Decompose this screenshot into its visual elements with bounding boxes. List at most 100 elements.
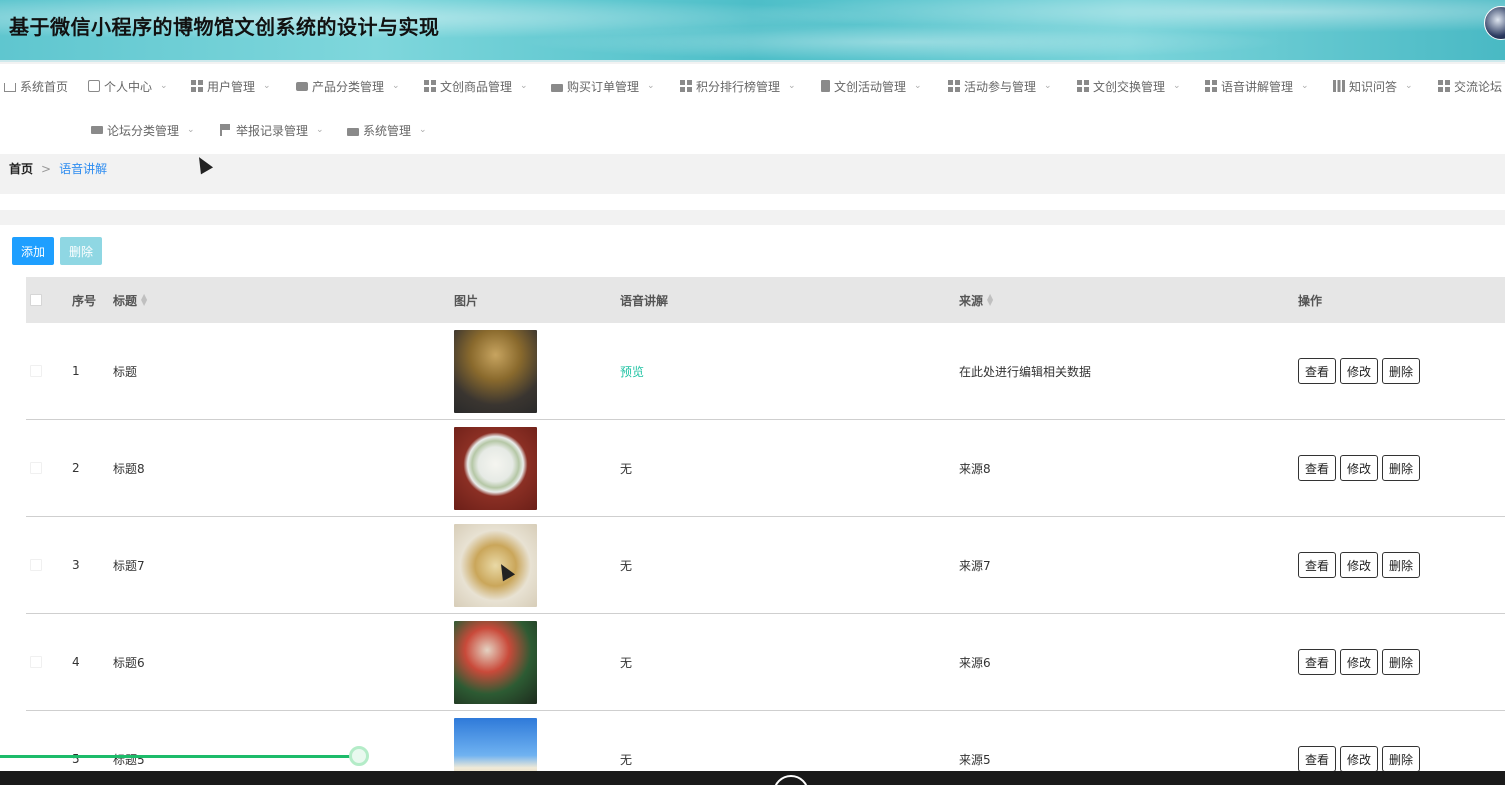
select-all-cell [30,277,42,323]
row-index: 4 [72,655,80,669]
table-row: 1 标题 预览 在此处进行编辑相关数据 查看 修改 删除 [26,323,1505,420]
header-source[interactable]: 来源 ▲ ▼ [959,277,993,323]
monitor-icon [91,126,103,134]
chevron-down-icon: ⌄ [914,81,922,91]
view-button[interactable]: 查看 [1298,649,1337,675]
header-image-label: 图片 [454,293,479,308]
nav-item-label: 积分排行榜管理 [696,79,781,94]
breadcrumb-separator: > [41,161,52,176]
edit-button[interactable]: 修改 [1340,552,1379,578]
nav-item-home[interactable]: 系统首页 [4,75,68,97]
chevron-down-icon: ⌄ [187,125,195,135]
nav-item-system-management[interactable]: 系统管理 ⌄ [347,119,427,141]
nav-item-activity-participation[interactable]: 活动参与管理 ⌄ [948,75,1052,97]
bag-icon [551,83,563,92]
audio-preview-link[interactable]: 预览 [620,323,644,419]
edit-button[interactable]: 修改 [1340,358,1379,384]
row-actions: 查看 修改 删除 [1298,323,1424,419]
edit-button[interactable]: 修改 [1340,455,1379,481]
nav-item-report-records[interactable]: 举报记录管理 ⌄ [220,119,324,141]
edit-button[interactable]: 修改 [1340,649,1379,675]
nav-item-cultural-products[interactable]: 文创商品管理 ⌄ [424,75,528,97]
chevron-down-icon: ⌄ [1173,81,1181,91]
playback-progress-handle[interactable] [349,746,369,766]
nav-item-user-management[interactable]: 用户管理 ⌄ [191,75,271,97]
row-select-cell [30,614,42,710]
grid-icon [191,80,203,92]
row-image-cell [454,614,537,710]
chat-icon [296,81,308,91]
row-delete-button[interactable]: 删除 [1382,358,1421,384]
header-actions-label: 操作 [1298,293,1323,308]
breadcrumb: 首页 > 语音讲解 [9,160,107,177]
nav-item-label: 个人中心 [104,79,153,94]
row-delete-button[interactable]: 删除 [1382,552,1421,578]
header-image: 图片 [454,277,478,323]
breadcrumb-home[interactable]: 首页 [9,160,33,177]
header-index: 序号 [72,277,96,323]
nav-item-cultural-activities[interactable]: 文创活动管理 ⌄ [821,75,922,97]
briefcase-icon [347,127,359,136]
view-button[interactable]: 查看 [1298,358,1337,384]
row-image-cell [454,517,537,613]
nav-item-purchase-orders[interactable]: 购买订单管理 ⌄ [551,75,655,97]
select-all-checkbox[interactable] [30,294,42,306]
chevron-down-icon: ⌄ [788,81,796,91]
header-actions: 操作 [1298,277,1322,323]
view-button[interactable]: 查看 [1298,455,1337,481]
nav-item-label: 用户管理 [207,79,256,94]
nav-item-forum-category[interactable]: 论坛分类管理 ⌄ [91,119,195,141]
chevron-down-icon: ⌄ [1301,81,1309,91]
nav-item-personal-center[interactable]: 个人中心 ⌄ [88,75,168,97]
row-select-cell [30,517,42,613]
nav-item-points-ranking[interactable]: 积分排行榜管理 ⌄ [680,75,796,97]
row-title: 标题5 [113,752,145,767]
nav-item-audio-guide[interactable]: 语音讲解管理 ⌄ [1205,75,1309,97]
row-image-cell [454,420,537,516]
grid-icon [1205,80,1217,92]
row-source: 来源6 [959,655,991,670]
row-source: 在此处进行编辑相关数据 [959,364,1092,379]
header-title-label: 标题 [113,293,138,308]
sort-icon[interactable]: ▲ ▼ [987,293,993,307]
flag-icon [220,124,232,136]
view-button[interactable]: 查看 [1298,746,1337,771]
row-delete-button[interactable]: 删除 [1382,649,1421,675]
nav-item-label: 文创商品管理 [440,79,513,94]
chevron-down-icon: ⌄ [520,81,528,91]
row-index: 3 [72,558,80,572]
header-index-label: 序号 [72,293,97,308]
nav-item-knowledge-qa[interactable]: 知识问答 ⌄ [1333,75,1413,97]
nav-item-product-category[interactable]: 产品分类管理 ⌄ [296,75,400,97]
user-avatar[interactable] [1484,6,1505,40]
add-button[interactable]: 添加 [12,237,54,265]
row-select-cell [30,323,42,419]
header-source-label: 来源 [959,293,984,308]
row-checkbox[interactable] [30,462,42,474]
product-image [454,620,537,704]
nav-item-label: 系统管理 [363,123,412,138]
nav-item-cultural-exchange[interactable]: 文创交换管理 ⌄ [1077,75,1181,97]
header-title[interactable]: 标题 ▲ ▼ [113,277,147,323]
row-select-cell [30,420,42,516]
row-audio: 无 [620,752,633,767]
sort-icon[interactable]: ▲ ▼ [141,293,147,307]
view-button[interactable]: 查看 [1298,552,1337,578]
header-audio-label: 语音讲解 [620,293,669,308]
row-title: 标题 [113,364,138,379]
row-delete-button[interactable]: 删除 [1382,455,1421,481]
playback-progress-bar[interactable] [0,755,360,758]
table-row: 4 标题6 无 来源6 查看 修改 删除 [26,614,1505,711]
app-header: 基于微信小程序的博物馆文创系统的设计与实现 [0,0,1505,62]
row-delete-button[interactable]: 删除 [1382,746,1421,771]
search-area [0,194,1505,210]
product-image [454,329,537,413]
row-image-cell [454,711,537,771]
row-checkbox[interactable] [30,365,42,377]
row-checkbox[interactable] [30,656,42,668]
row-title: 标题8 [113,461,145,476]
delete-button[interactable]: 删除 [60,237,102,265]
edit-button[interactable]: 修改 [1340,746,1379,771]
row-checkbox[interactable] [30,559,42,571]
nav-item-forum[interactable]: 交流论坛 [1438,75,1502,97]
